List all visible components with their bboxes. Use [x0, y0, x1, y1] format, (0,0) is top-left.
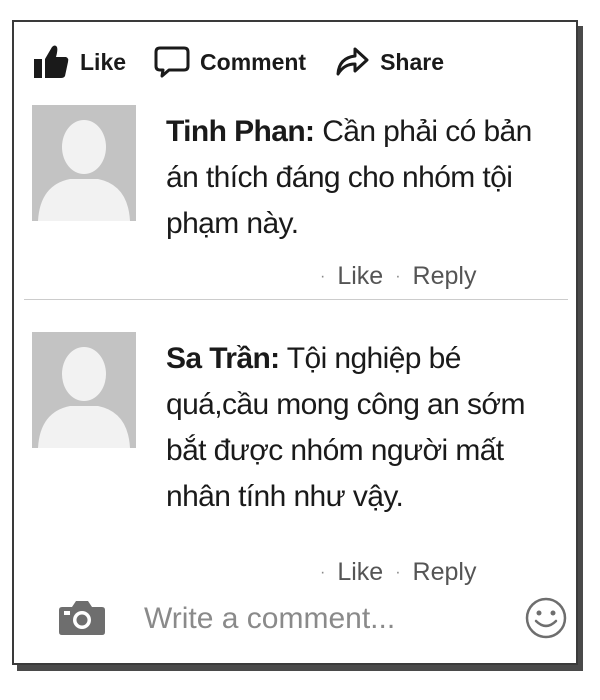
speech-bubble-icon — [154, 46, 190, 78]
avatar — [32, 105, 136, 221]
share-button-label: Share — [380, 48, 445, 75]
comment-item: Sa Trần: Tội nghiệp bé quá,cầu mong công… — [32, 332, 562, 592]
comment-author[interactable]: Sa Trần: — [166, 342, 280, 375]
like-button[interactable]: Like — [32, 44, 126, 80]
camera-icon[interactable] — [58, 598, 106, 641]
comment-button-label: Comment — [200, 48, 307, 75]
comment-input[interactable]: Write a comment... — [144, 602, 504, 636]
comment-item: Tinh Phan: Cần phải có bản án thích đáng… — [32, 105, 562, 295]
comment-like-link[interactable]: Like — [337, 262, 383, 291]
default-avatar-icon — [32, 105, 136, 221]
comment-body: Tinh Phan: Cần phải có bản án thích đáng… — [166, 109, 566, 247]
default-avatar-icon — [32, 332, 136, 448]
comment-composer: Write a comment... — [58, 594, 568, 644]
thumbs-up-icon — [34, 45, 69, 78]
share-button[interactable]: Share — [334, 45, 444, 79]
comment-actions: · Like · Reply — [320, 558, 477, 587]
comment-button[interactable]: Comment — [154, 45, 306, 79]
comment-like-link[interactable]: Like — [337, 558, 383, 587]
comment-body: Sa Trần: Tội nghiệp bé quá,cầu mong công… — [166, 336, 546, 520]
post-action-bar: Like Comment Share — [32, 42, 472, 82]
comment-actions: · Like · Reply — [320, 262, 477, 291]
comment-author[interactable]: Tinh Phan: — [166, 115, 315, 148]
smiley-icon[interactable] — [524, 596, 568, 645]
comment-reply-link[interactable]: Reply — [413, 262, 477, 291]
like-button-label: Like — [80, 48, 127, 75]
avatar — [32, 332, 136, 448]
divider — [24, 299, 568, 300]
comment-card: Like Comment Share Tinh Phan: Cần phải c… — [12, 20, 578, 665]
comment-reply-link[interactable]: Reply — [413, 558, 477, 587]
share-arrow-icon — [336, 47, 369, 76]
